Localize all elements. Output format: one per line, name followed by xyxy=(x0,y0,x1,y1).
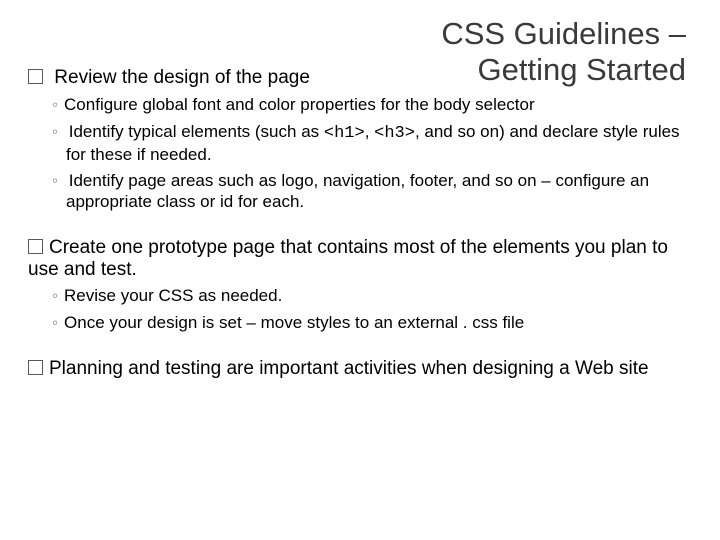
checkbox-icon xyxy=(28,239,43,254)
code-h1: <h1> xyxy=(324,124,365,143)
bullet-2-b: one prototype page that contains most of… xyxy=(28,237,668,280)
slide: CSS Guidelines – Getting Started Review … xyxy=(0,0,720,540)
bullet-2-a: Create xyxy=(49,237,111,258)
title-line-1: CSS Guidelines – xyxy=(441,16,686,51)
bullet-3-a: Planning xyxy=(49,358,128,379)
bullet-3: Planning and testing are important activ… xyxy=(28,358,696,380)
bullet-1-sub-2: ◦ Identify typical elements (such as <h1… xyxy=(52,122,696,165)
code-h3: <h3> xyxy=(374,124,415,143)
checkbox-icon xyxy=(28,360,43,375)
ring-icon: ◦ xyxy=(52,313,58,332)
ring-icon: ◦ xyxy=(52,95,58,114)
checkbox-icon xyxy=(28,69,43,84)
title-line-2: Getting Started xyxy=(477,52,686,87)
ring-icon: ◦ xyxy=(52,122,58,141)
bullet-1-text: Review the design of the page xyxy=(49,67,310,88)
bullet-1-sub-3: ◦ Identify page areas such as logo, navi… xyxy=(52,171,696,212)
b1s2-mid: , xyxy=(365,122,374,141)
spacer xyxy=(24,217,696,231)
bullet-1-sub-1: ◦ Configure global font and color propert… xyxy=(52,95,696,116)
b1s2-a: Identify typical elements (such as xyxy=(64,122,324,141)
ring-icon: ◦ xyxy=(52,171,58,190)
bullet-2-sub-1: ◦ Revise your CSS as needed. xyxy=(52,286,696,307)
ring-icon: ◦ xyxy=(52,286,58,305)
bullet-1-sub-1-text: Configure global font and color properti… xyxy=(64,95,535,114)
bullet-2-sub-1-text: Revise your CSS as needed. xyxy=(64,286,282,305)
bullet-3-b: and testing are important activities whe… xyxy=(128,358,648,379)
bullet-1-sub-3-text: Identify page areas such as logo, naviga… xyxy=(64,171,649,211)
slide-body: Review the design of the page ◦ Configure… xyxy=(24,67,696,380)
spacer xyxy=(24,338,696,352)
bullet-2: Create one prototype page that contains … xyxy=(28,237,696,281)
bullet-2-sub-2: ◦ Once your design is set – move styles t… xyxy=(52,313,696,334)
bullet-2-sub-2-text: Once your design is set – move styles to… xyxy=(64,313,524,332)
